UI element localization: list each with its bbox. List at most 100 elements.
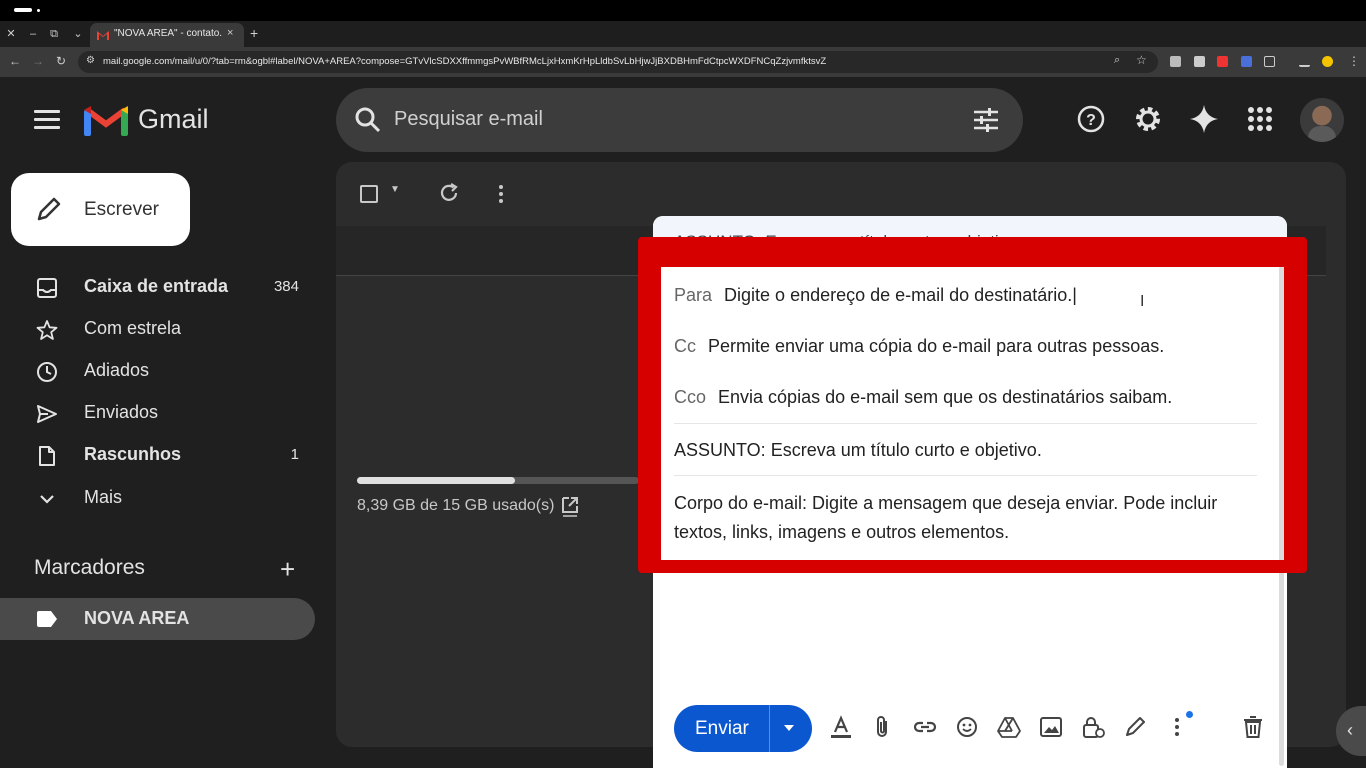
labels-heading: Marcadores <box>34 556 145 579</box>
send-button[interactable]: Enviar <box>674 705 812 752</box>
storage-progress-bar <box>357 477 639 484</box>
send-divider <box>769 705 770 752</box>
sidebar-item-snoozed[interactable]: Adiados <box>0 351 315 391</box>
cc-field[interactable]: Cc Permite enviar uma cópia do e-mail par… <box>674 336 1164 357</box>
to-value[interactable]: Digite o endereço de e-mail do destinatá… <box>724 285 1072 305</box>
gmail-logo-icon[interactable] <box>84 104 128 136</box>
confidential-mode-icon[interactable] <box>1080 714 1106 740</box>
to-field[interactable]: Para Digite o endereço de e-mail do desti… <box>674 285 1077 306</box>
new-tab-icon[interactable]: + <box>250 25 258 41</box>
address-bar-row: ← → ↻ ⚙ mail.google.com/mail/u/0/?tab=rm… <box>0 47 1366 77</box>
profile-icon[interactable] <box>1322 56 1333 67</box>
refresh-icon[interactable] <box>438 182 460 204</box>
inbox-icon <box>37 278 57 298</box>
puzzle-extensions-icon[interactable] <box>1264 56 1275 67</box>
svg-text:?: ? <box>1086 112 1096 129</box>
bcc-value[interactable]: Envia cópias do e-mail sem que os destin… <box>718 387 1172 407</box>
help-icon[interactable]: ? <box>1076 104 1106 134</box>
select-all-checkbox[interactable] <box>360 185 378 203</box>
compose-label: Escrever <box>84 199 159 220</box>
bcc-label: Cco <box>674 387 707 407</box>
sidebar-item-label: Com estrela <box>84 318 182 338</box>
draft-icon <box>39 446 55 466</box>
text-cursor-icon: I <box>1140 293 1145 310</box>
label-name: NOVA AREA <box>84 608 190 628</box>
google-drive-icon[interactable] <box>996 714 1022 740</box>
extension-icon[interactable] <box>1241 56 1252 67</box>
site-info-icon[interactable]: ⚙ <box>86 55 95 66</box>
sidebar-item-drafts[interactable]: Rascunhos 1 <box>0 435 315 475</box>
youtube-extension-icon[interactable] <box>1217 56 1228 67</box>
insert-link-icon[interactable] <box>912 714 938 740</box>
browser-menu-icon[interactable]: ⋮ <box>1348 54 1360 68</box>
clock-icon <box>37 362 57 382</box>
chevron-left-icon: ‹ <box>1347 720 1353 740</box>
schedule-send-caret-icon[interactable] <box>782 721 796 735</box>
notification-dot <box>1186 711 1193 718</box>
open-external-icon[interactable] <box>560 495 580 517</box>
signature-pen-icon[interactable] <box>1122 714 1148 740</box>
bookmark-star-icon[interactable]: ☆ <box>1136 53 1147 67</box>
extension-icon[interactable] <box>1194 56 1205 67</box>
search-input[interactable]: Pesquisar e-mail <box>394 108 543 131</box>
storage-progress-fill <box>357 477 515 484</box>
workspace-indicator <box>14 8 32 12</box>
tab-close-icon[interactable]: × <box>227 27 233 39</box>
gemini-sparkle-icon[interactable] <box>1189 104 1219 134</box>
sidebar-item-sent[interactable]: Enviados <box>0 393 315 433</box>
download-icon[interactable] <box>1299 56 1310 67</box>
compose-button[interactable]: Escrever <box>11 173 190 246</box>
sidebar-item-label: Enviados <box>84 402 159 422</box>
sidebar-item-label: Caixa de entrada <box>84 276 229 296</box>
text-format-icon[interactable] <box>828 714 854 740</box>
select-options-caret-icon[interactable]: ▼ <box>390 184 400 195</box>
search-options-icon[interactable] <box>972 106 1000 134</box>
window-close-icon[interactable]: ✕ <box>3 25 19 43</box>
window-restore-icon[interactable]: ⧉ <box>46 25 62 43</box>
tab-search-icon[interactable]: ⌄ <box>70 25 86 43</box>
more-compose-options-icon[interactable] <box>1164 714 1190 740</box>
sidebar-item-inbox[interactable]: Caixa de entrada 384 <box>0 267 315 307</box>
apps-grid-icon[interactable] <box>1245 104 1275 134</box>
sidebar-item-count: 384 <box>273 278 299 295</box>
add-label-icon[interactable]: + <box>280 554 295 585</box>
emoji-icon[interactable] <box>954 714 980 740</box>
subject-field[interactable]: ASSUNTO: Escreva um título curto e objet… <box>674 440 1042 461</box>
search-bar[interactable]: Pesquisar e-mail <box>336 88 1023 152</box>
sidebar-label-nova-area[interactable]: NOVA AREA <box>0 598 315 640</box>
sidebar-item-starred[interactable]: Com estrela <box>0 309 315 349</box>
attach-file-icon[interactable] <box>870 714 896 740</box>
settings-gear-icon[interactable] <box>1133 104 1163 134</box>
url-text: mail.google.com/mail/u/0/?tab=rm&ogbl#la… <box>103 56 827 67</box>
zoom-icon[interactable]: ⌕ <box>1114 54 1120 67</box>
extension-icon[interactable] <box>1170 56 1181 67</box>
pencil-icon <box>37 197 61 221</box>
window-minimize-icon[interactable]: – <box>25 25 41 43</box>
browser-tab[interactable]: "NOVA AREA" - contato. × <box>90 23 244 47</box>
browser-tab-strip: ✕ – ⧉ ⌄ "NOVA AREA" - contato. × + <box>0 21 1366 47</box>
bcc-field[interactable]: Cco Envia cópias do e-mail sem que os des… <box>674 387 1172 408</box>
account-avatar[interactable] <box>1300 98 1344 142</box>
reload-icon[interactable]: ↻ <box>56 54 66 68</box>
search-icon[interactable] <box>354 106 382 134</box>
more-options-icon[interactable] <box>496 182 506 206</box>
back-icon[interactable]: ← <box>9 54 21 68</box>
sidebar-item-count: 1 <box>290 446 299 463</box>
cc-value[interactable]: Permite enviar uma cópia do e-mail para … <box>708 336 1164 356</box>
cc-label: Cc <box>674 336 696 356</box>
gmail-brand: Gmail <box>138 104 209 134</box>
discard-draft-trash-icon[interactable] <box>1240 714 1266 740</box>
main-menu-icon[interactable] <box>34 110 60 130</box>
sidebar-item-more[interactable]: Mais <box>0 478 315 518</box>
chevron-down-icon <box>40 495 54 504</box>
body-line-2[interactable]: textos, links, imagens e outros elemento… <box>674 522 1009 543</box>
field-divider <box>674 475 1257 476</box>
send-icon <box>37 405 57 423</box>
os-status-bar <box>0 0 1366 21</box>
body-line-1[interactable]: Corpo do e-mail: Digite a mensagem que d… <box>674 493 1217 514</box>
sidebar-item-label: Adiados <box>84 360 150 380</box>
address-bar[interactable]: ⚙ mail.google.com/mail/u/0/?tab=rm&ogbl#… <box>78 51 1158 73</box>
storage-usage-text: 8,39 GB de 15 GB usado(s) <box>357 497 555 514</box>
insert-photo-icon[interactable] <box>1038 714 1064 740</box>
forward-icon[interactable]: → <box>32 54 44 68</box>
